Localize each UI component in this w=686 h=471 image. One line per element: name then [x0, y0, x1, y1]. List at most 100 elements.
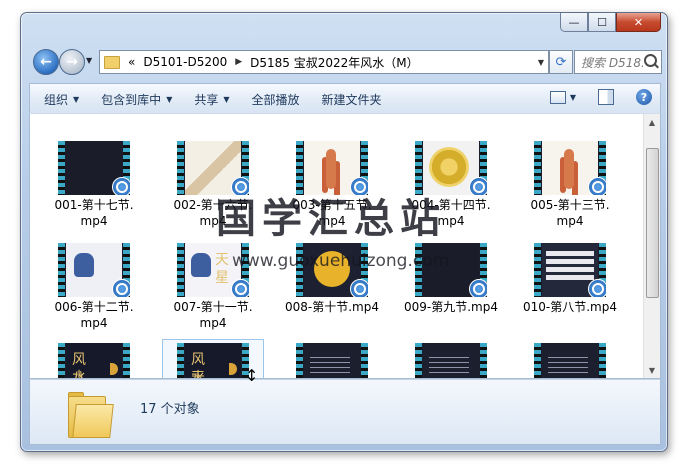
film-strip: [177, 141, 184, 195]
file-name-line: 008-第十节.mp4: [285, 300, 379, 314]
back-arrow-icon: ←: [40, 54, 52, 70]
video-thumbnail: 风天水星: [177, 343, 249, 378]
share-button[interactable]: 共享 ▼: [194, 91, 229, 108]
thumbnail-caption: 水宅: [72, 370, 86, 379]
organize-button[interactable]: 组织 ▼: [44, 91, 79, 108]
file-name-line: mp4: [199, 316, 227, 330]
close-button[interactable]: ✕: [616, 13, 661, 32]
search-icon[interactable]: [644, 54, 657, 67]
breadcrumb-overflow[interactable]: «: [128, 55, 135, 69]
breadcrumb-item[interactable]: D5185 宝叔2022年风水（M）: [250, 54, 419, 71]
folder-icon: [68, 390, 114, 438]
file-item[interactable]: 001-第十七节. mp4: [44, 138, 144, 229]
file-name-line: 005-第十三节.: [530, 198, 610, 212]
film-strip: [296, 343, 303, 378]
maximize-button[interactable]: ☐: [588, 13, 616, 32]
video-thumbnail: 风八水宅: [58, 343, 130, 379]
film-strip: [177, 343, 184, 378]
toolbar-right: ▼ ?: [549, 89, 652, 105]
scroll-down-icon[interactable]: ▼: [644, 362, 660, 378]
breadcrumb-separator-icon[interactable]: ▶: [235, 57, 242, 67]
organize-label: 组织: [44, 92, 69, 107]
new-folder-label: 新建文件夹: [321, 92, 382, 107]
film-strip: [415, 343, 422, 378]
film-strip: [123, 343, 130, 378]
film-strip: [58, 343, 65, 378]
media-player-badge-icon: [231, 279, 249, 297]
media-player-badge-icon: [350, 279, 368, 297]
include-in-library-button[interactable]: 包含到库中 ▼: [101, 91, 172, 108]
chevron-down-icon: ▼: [73, 94, 80, 104]
media-player-badge-icon: [112, 279, 130, 297]
vertical-scrollbar[interactable]: ▲ ▼: [643, 114, 660, 378]
media-player-badge-icon: [469, 279, 487, 297]
video-thumbnail: [415, 343, 487, 378]
media-player-badge-icon: [588, 177, 606, 195]
file-name: 010-第八节.mp4: [520, 299, 620, 315]
minimize-button[interactable]: —: [560, 13, 588, 32]
moon-icon: [229, 363, 237, 375]
view-options-icon[interactable]: [549, 90, 566, 104]
play-all-button[interactable]: 全部播放: [252, 91, 300, 108]
share-label: 共享: [194, 92, 219, 107]
moon-icon: [110, 363, 118, 375]
address-row: ← → ▼ « D5101-D5200 ▶ D5185 宝叔2022年风水（M）…: [29, 47, 662, 77]
item-count: 17 个对象: [140, 402, 200, 417]
forward-button[interactable]: →: [59, 49, 85, 75]
video-thumbnail: [296, 343, 368, 378]
watermark-url: www.guoxuehuizong.com: [232, 251, 450, 271]
details-pane: 17 个对象: [29, 379, 661, 445]
breadcrumb-item[interactable]: D5101-D5200: [143, 55, 227, 69]
new-folder-button[interactable]: 新建文件夹: [322, 91, 382, 108]
preview-pane-icon[interactable]: [598, 89, 614, 105]
file-name: 001-第十七节. mp4: [44, 197, 144, 229]
file-item[interactable]: 006-第十二节. mp4: [44, 240, 144, 331]
play-all-label: 全部播放: [251, 92, 300, 107]
file-name-line: mp4: [80, 316, 108, 330]
video-frame: 风天水星: [185, 343, 241, 378]
video-thumbnail: [534, 343, 606, 378]
help-icon[interactable]: ?: [636, 89, 652, 105]
file-item[interactable]: [282, 340, 382, 378]
file-name-line: 009-第九节.mp4: [404, 300, 498, 314]
scrollbar-thumb[interactable]: [646, 148, 659, 298]
thumbnail-caption: 星: [215, 270, 229, 286]
recent-pages-dropdown[interactable]: ▼: [86, 56, 92, 65]
caption-buttons: — ☐ ✕: [560, 13, 661, 32]
file-item[interactable]: 风八水宅: [44, 340, 144, 379]
file-item[interactable]: [401, 340, 501, 378]
file-name: 007-第十一节. mp4: [163, 299, 263, 331]
refresh-button[interactable]: ⟳: [549, 50, 573, 74]
file-list[interactable]: ▲ ▼ 001-第十七节. mp4 002-第十六节. mp4 003-第十五节. mp4…: [29, 113, 661, 379]
thumbnail-caption: 天: [215, 252, 229, 268]
film-strip: [599, 343, 606, 378]
scroll-up-icon[interactable]: ▲: [644, 114, 660, 130]
film-strip: [58, 141, 65, 195]
video-frame: [542, 343, 598, 378]
address-bar[interactable]: « D5101-D5200 ▶ D5185 宝叔2022年风水（M） ▼: [99, 50, 549, 74]
command-bar: 组织 ▼ 包含到库中 ▼ 共享 ▼ 全部播放 新建文件夹 ▼ ?: [29, 83, 661, 114]
file-item[interactable]: 010-第八节.mp4: [520, 240, 620, 315]
media-player-badge-icon: [588, 279, 606, 297]
file-item[interactable]: [520, 340, 620, 378]
folder-icon: [104, 55, 120, 69]
forward-arrow-icon: →: [66, 54, 78, 70]
film-strip: [177, 243, 184, 297]
search-placeholder: 搜索 D518...: [581, 55, 643, 70]
film-strip: [534, 243, 541, 297]
file-name-line: mp4: [556, 214, 584, 228]
search-input[interactable]: 搜索 D518...: [574, 50, 662, 74]
file-name-line: 001-第十七节.: [54, 198, 134, 212]
address-dropdown-icon[interactable]: ▼: [538, 58, 544, 67]
film-strip: [361, 343, 368, 378]
watermark-title: 国学汇总站: [216, 195, 446, 242]
video-thumbnail: [58, 243, 130, 297]
view-chevron-down-icon[interactable]: ▼: [570, 93, 576, 102]
file-name-line: 010-第八节.mp4: [523, 300, 617, 314]
back-button[interactable]: ←: [33, 49, 59, 75]
refresh-icon: ⟳: [555, 54, 567, 70]
file-name-line: 006-第十二节.: [54, 300, 134, 314]
video-frame: [423, 343, 479, 378]
file-item[interactable]: 005-第十三节. mp4: [520, 138, 620, 229]
resize-cursor-icon: ↕: [245, 366, 259, 385]
